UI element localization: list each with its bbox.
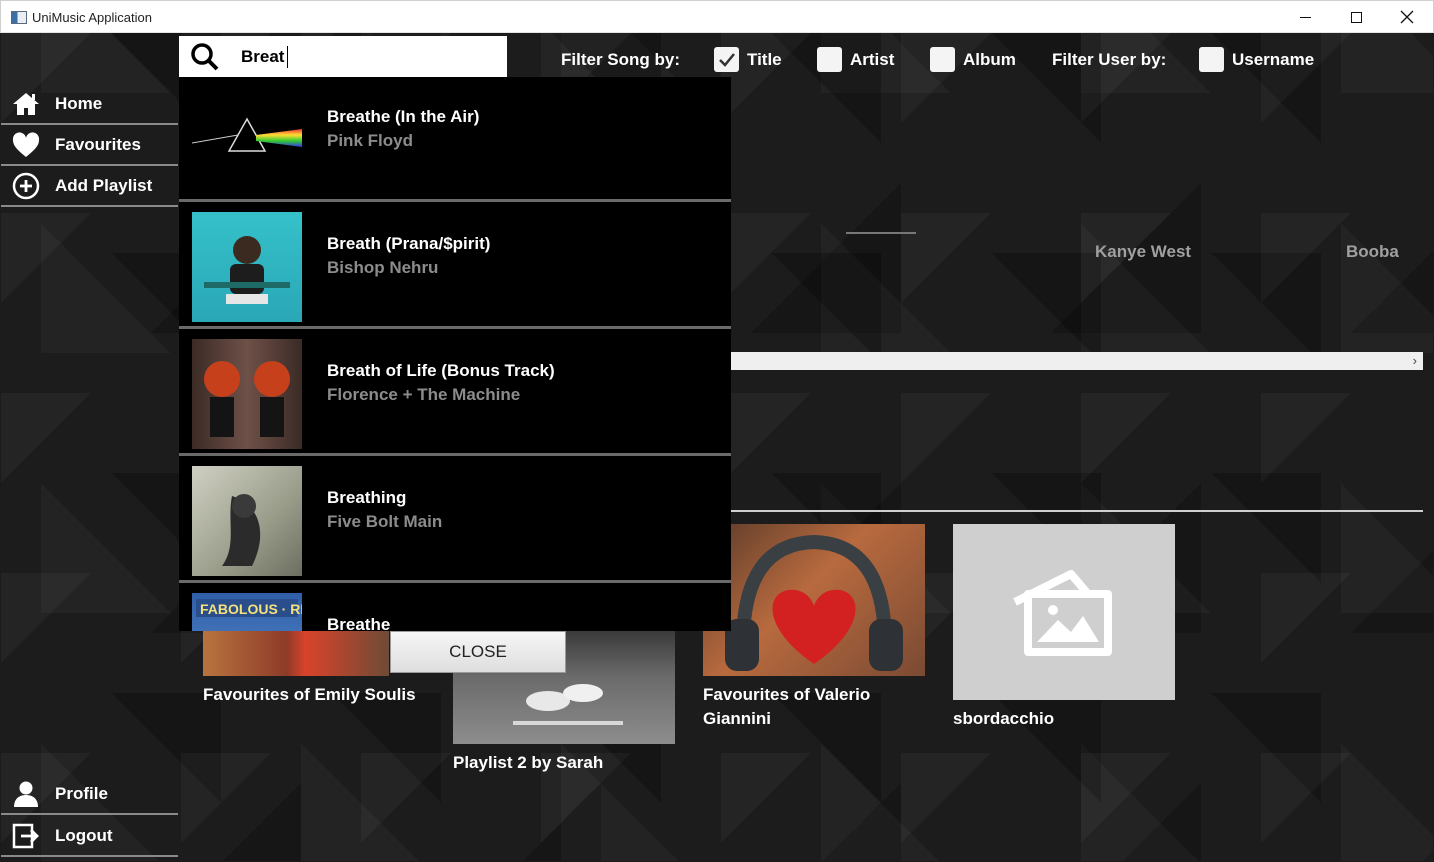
username-checkbox-label: Username xyxy=(1232,50,1315,69)
search-bar[interactable] xyxy=(179,36,507,77)
playlist-label-sbordacchio[interactable]: sbordacchio xyxy=(953,707,1054,731)
chevron-right-icon[interactable]: › xyxy=(1413,353,1417,368)
result-artist-name: Five Bolt Main xyxy=(327,512,443,531)
minimize-icon xyxy=(1299,16,1311,18)
sidebar-item-logout[interactable]: Logout xyxy=(1,816,178,857)
playlist-thumb-sbordacchio[interactable] xyxy=(953,524,1175,700)
heart-icon xyxy=(11,130,41,160)
search-result-item[interactable]: Breath of Life (Bonus Track) Florence + … xyxy=(179,331,731,456)
home-icon xyxy=(11,89,41,119)
artist-checkbox-label: Artist xyxy=(850,50,895,69)
sidebar-item-add-playlist[interactable]: Add Playlist xyxy=(1,166,178,207)
result-song-title: Breathing xyxy=(327,488,407,507)
logout-icon xyxy=(11,821,41,851)
svg-text:FABOLOUS · REALTALK: FABOLOUS · REALTALK xyxy=(200,601,302,617)
close-results-button[interactable]: CLOSE xyxy=(390,631,566,673)
result-song-title: Breathe xyxy=(327,615,391,631)
album-art-bishop-nehru xyxy=(192,212,302,322)
search-result-item[interactable]: Breathe (In the Air) Pink Floyd xyxy=(179,77,731,202)
check-icon xyxy=(718,52,735,67)
sidebar-item-profile[interactable]: Profile xyxy=(1,774,178,815)
result-song-title: Breath of Life (Bonus Track) xyxy=(327,361,555,380)
sidebar-item-favourites[interactable]: Favourites xyxy=(1,125,178,166)
title-bar: UniMusic Application xyxy=(0,0,1434,33)
app-icon xyxy=(11,11,27,24)
result-song-title: Breathe (In the Air) xyxy=(327,107,480,126)
maximize-button[interactable] xyxy=(1333,1,1379,33)
minimize-button[interactable] xyxy=(1282,1,1328,33)
title-checkbox-label: Title xyxy=(747,50,782,69)
search-results-dropdown[interactable]: Breathe (In the Air) Pink Floyd Breath (… xyxy=(179,77,731,631)
playlist-label-emily[interactable]: Favourites of Emily Soulis xyxy=(203,683,416,707)
sidebar-item-label: Favourites xyxy=(55,134,141,154)
sidebar-item-label: Logout xyxy=(55,825,113,845)
sidebar-item-label: Home xyxy=(55,93,103,113)
sidebar-item-label: Profile xyxy=(55,783,108,803)
album-art-fabolous: FABOLOUS · REALTALK xyxy=(192,593,302,631)
sidebar-item-home[interactable]: Home xyxy=(1,84,178,125)
search-result-item[interactable]: Breath (Prana/$pirit) Bishop Nehru xyxy=(179,204,731,329)
artist-name-booba[interactable]: Booba xyxy=(1346,242,1399,262)
filter-song-label: Filter Song by: xyxy=(561,50,680,69)
result-artist-name: Florence + The Machine xyxy=(327,385,521,404)
search-result-item[interactable]: FABOLOUS · REALTALK Breathe xyxy=(179,585,731,631)
title-checkbox[interactable] xyxy=(714,47,739,72)
search-icon xyxy=(191,42,219,70)
filter-user-label: Filter User by: xyxy=(1052,50,1167,69)
search-result-item[interactable]: Breathing Five Bolt Main xyxy=(179,458,731,583)
maximize-icon xyxy=(1350,11,1362,23)
artist-name-kanye[interactable]: Kanye West xyxy=(1095,242,1191,262)
image-placeholder-icon xyxy=(1013,570,1112,656)
playlist-thumb-emily[interactable] xyxy=(203,631,389,676)
main-stage: Home Favourites Add Playlist Profile Log… xyxy=(1,33,1433,861)
sidebar-item-label: Add Playlist xyxy=(55,175,153,195)
result-song-title: Breath (Prana/$pirit) xyxy=(327,234,491,253)
user-icon xyxy=(11,779,41,809)
add-circle-icon xyxy=(11,171,41,201)
close-window-button[interactable] xyxy=(1384,1,1430,33)
playlist-label-valerio[interactable]: Favourites of Valerio Giannini xyxy=(703,683,903,731)
playlist-thumb-valerio[interactable] xyxy=(703,524,925,676)
username-checkbox[interactable] xyxy=(1199,47,1224,72)
close-icon xyxy=(1400,10,1414,24)
window-title: UniMusic Application xyxy=(32,10,152,25)
result-artist-name: Bishop Nehru xyxy=(327,258,439,277)
album-art-pink-floyd xyxy=(192,85,302,195)
album-checkbox[interactable] xyxy=(930,47,955,72)
clipped-artist-name xyxy=(846,232,916,234)
album-art-florence xyxy=(192,339,302,449)
result-artist-name: Pink Floyd xyxy=(327,131,413,150)
artist-checkbox[interactable] xyxy=(817,47,842,72)
playlist-label-sarah[interactable]: Playlist 2 by Sarah xyxy=(453,751,603,775)
album-checkbox-label: Album xyxy=(963,50,1016,69)
text-caret xyxy=(287,46,288,68)
album-art-five-bolt-main xyxy=(192,466,302,576)
search-input[interactable] xyxy=(241,44,491,70)
